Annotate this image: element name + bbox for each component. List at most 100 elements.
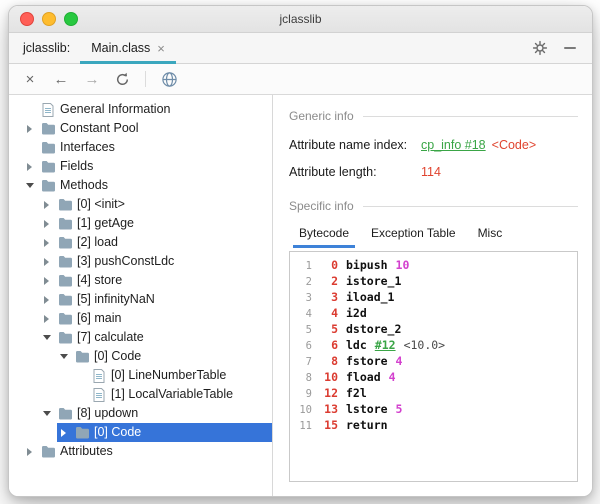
back-icon[interactable]: ← — [53, 72, 69, 87]
tree-item-body[interactable]: [6] main — [40, 309, 272, 328]
tree-item[interactable]: [6] main — [9, 309, 272, 328]
chevron-right-icon[interactable] — [40, 315, 53, 323]
tree-item[interactable]: Constant Pool — [9, 119, 272, 138]
tree-item[interactable]: [1] LocalVariableTable — [9, 385, 272, 404]
bytecode-line: 10bipush10 — [292, 257, 577, 273]
tree-item[interactable]: [0] Code — [9, 423, 272, 442]
line-number: 5 — [292, 322, 312, 338]
tree-item-body[interactable]: Interfaces — [23, 138, 272, 157]
tree-item-body[interactable]: [7] calculate — [40, 328, 272, 347]
tree-item[interactable]: Methods — [9, 176, 272, 195]
bytecode-offset: 8 — [312, 353, 338, 369]
tree-item[interactable]: [3] pushConstLdc — [9, 252, 272, 271]
forward-icon[interactable]: → — [84, 72, 100, 87]
tree-item-body[interactable]: General Information — [23, 100, 272, 119]
tree-item-body[interactable]: Fields — [23, 157, 272, 176]
class-structure-tree: General InformationConstant PoolInterfac… — [9, 95, 273, 496]
folder-icon — [57, 236, 73, 249]
tree-item-body[interactable]: [0] LineNumberTable — [74, 366, 272, 385]
chevron-down-icon[interactable] — [40, 335, 53, 340]
opcode: bipush — [346, 257, 388, 273]
attribute-name-index-row: Attribute name index: cp_info #18 <Code> — [289, 138, 578, 152]
chevron-right-icon[interactable] — [40, 258, 53, 266]
constant-pool-ref-link[interactable]: cp_info #18 — [421, 138, 486, 152]
zoom-window-button[interactable] — [64, 12, 78, 26]
bytecode-line: 78fstore4 — [292, 353, 577, 369]
chevron-down-icon[interactable] — [57, 354, 70, 359]
minimize-window-button[interactable] — [42, 12, 56, 26]
chevron-right-icon[interactable] — [23, 448, 36, 456]
attribute-name-index-label: Attribute name index: — [289, 138, 415, 152]
app-window: jclasslib jclasslib: Main.class × × ← → — [8, 5, 593, 497]
tree-item[interactable]: [0] <init> — [9, 195, 272, 214]
tree-indent — [9, 233, 40, 252]
detail-tab-bytecode[interactable]: Bytecode — [289, 219, 359, 248]
tree-item-label: [8] updown — [77, 404, 138, 423]
operand-value: 5 — [396, 401, 403, 417]
close-window-button[interactable] — [20, 12, 34, 26]
tree-item[interactable]: General Information — [9, 100, 272, 119]
attribute-length-row: Attribute length: 114 — [289, 165, 578, 179]
tree-item-body[interactable]: [1] LocalVariableTable — [74, 385, 272, 404]
opcode: fload — [346, 369, 381, 385]
bytecode-line: 33iload_1 — [292, 289, 577, 305]
tree-item-body[interactable]: [8] updown — [40, 404, 272, 423]
line-number: 2 — [292, 274, 312, 290]
tree-item-label: [1] LocalVariableTable — [111, 385, 233, 404]
chevron-right-icon[interactable] — [23, 163, 36, 171]
titlebar: jclasslib — [9, 6, 592, 33]
tree-indent — [9, 214, 40, 233]
opcode: i2d — [346, 305, 367, 321]
tree-item[interactable]: [0] LineNumberTable — [9, 366, 272, 385]
gear-icon[interactable] — [532, 40, 548, 56]
tree-item-body[interactable]: [1] getAge — [40, 214, 272, 233]
tree-item-body[interactable]: [0] <init> — [40, 195, 272, 214]
tree-item[interactable]: Fields — [9, 157, 272, 176]
tree-item[interactable]: Attributes — [9, 442, 272, 461]
tree-item-body[interactable]: Constant Pool — [23, 119, 272, 138]
tree-item[interactable]: [7] calculate — [9, 328, 272, 347]
chevron-down-icon[interactable] — [40, 411, 53, 416]
tree-item[interactable]: [0] Code — [9, 347, 272, 366]
chevron-right-icon[interactable] — [40, 201, 53, 209]
tree-indent — [9, 195, 40, 214]
refresh-icon[interactable] — [115, 72, 130, 87]
chevron-right-icon[interactable] — [23, 125, 36, 133]
tree-indent — [9, 138, 23, 157]
chevron-down-icon[interactable] — [23, 183, 36, 188]
tree-item-body[interactable]: [0] Code — [57, 347, 272, 366]
document-icon — [40, 103, 56, 117]
web-icon[interactable] — [161, 71, 178, 88]
detail-tab-exception-table[interactable]: Exception Table — [361, 219, 466, 248]
hide-panel-icon[interactable] — [564, 47, 576, 49]
chevron-right-icon[interactable] — [40, 296, 53, 304]
tree-item[interactable]: [1] getAge — [9, 214, 272, 233]
tree-item-body[interactable]: [4] store — [40, 271, 272, 290]
tree-item[interactable]: Interfaces — [9, 138, 272, 157]
tree-item-label: [0] Code — [94, 423, 141, 442]
tree-indent — [9, 176, 23, 195]
tree-item-body[interactable]: [3] pushConstLdc — [40, 252, 272, 271]
tab-close-icon[interactable]: × — [157, 42, 165, 55]
tree-item[interactable]: [5] infinityNaN — [9, 290, 272, 309]
chevron-right-icon[interactable] — [40, 220, 53, 228]
chevron-right-icon[interactable] — [40, 277, 53, 285]
constant-pool-link[interactable]: #12 — [375, 337, 396, 353]
tree-item[interactable]: [8] updown — [9, 404, 272, 423]
tree-item-body[interactable]: Attributes — [23, 442, 272, 461]
tree-item-body[interactable]: Methods — [23, 176, 272, 195]
tab-main-class[interactable]: Main.class × — [80, 33, 176, 63]
tree-item-body[interactable]: [2] load — [40, 233, 272, 252]
tree-item-body[interactable]: [5] infinityNaN — [40, 290, 272, 309]
close-file-icon[interactable]: × — [22, 72, 38, 87]
tree-item-selected[interactable]: [0] Code — [57, 423, 272, 442]
tree-item[interactable]: [4] store — [9, 271, 272, 290]
tree-indent — [9, 290, 40, 309]
chevron-right-icon[interactable] — [40, 239, 53, 247]
tree-item[interactable]: [2] load — [9, 233, 272, 252]
main-content: General InformationConstant PoolInterfac… — [9, 95, 592, 496]
chevron-right-icon[interactable] — [57, 429, 70, 437]
tree-item-label: [5] infinityNaN — [77, 290, 155, 309]
detail-tab-misc[interactable]: Misc — [468, 219, 513, 248]
bytecode-line: 1115return — [292, 417, 577, 433]
